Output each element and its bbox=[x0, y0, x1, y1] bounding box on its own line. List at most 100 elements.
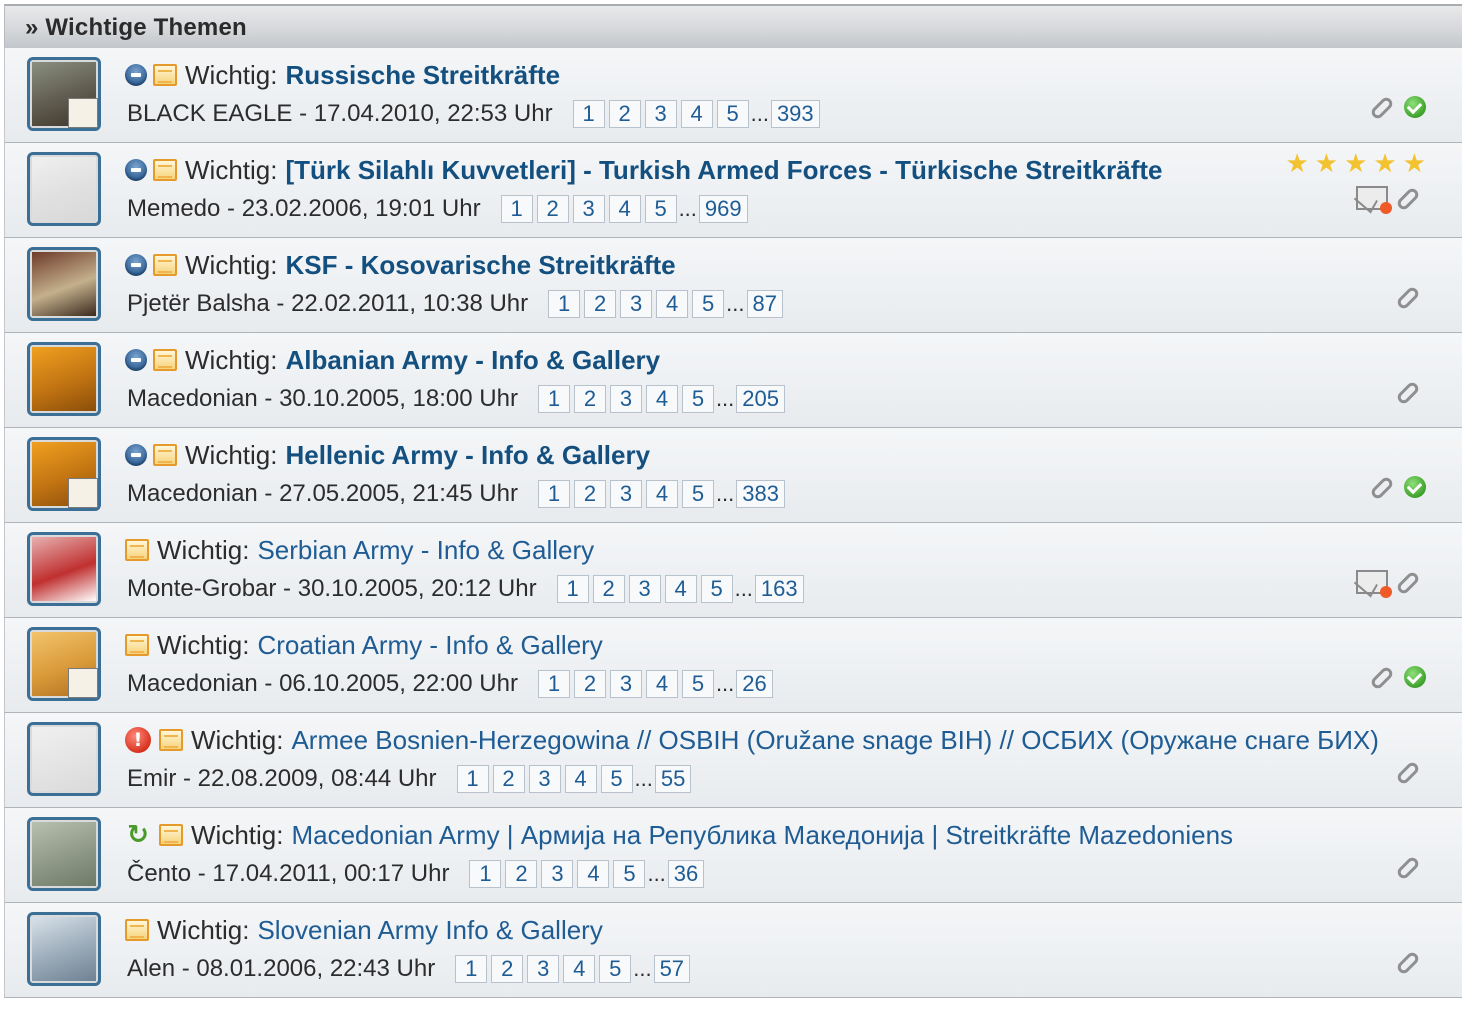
avatar[interactable] bbox=[27, 817, 101, 891]
page-link[interactable]: 4 bbox=[577, 860, 610, 888]
thread-title-link[interactable]: Albanian Army - Info & Gallery bbox=[285, 345, 660, 376]
last-page-link[interactable]: 57 bbox=[653, 955, 691, 983]
attachment-icon bbox=[1396, 759, 1426, 785]
thread-row: Wichtig: Croatian Army - Info & Gallery Ma… bbox=[4, 618, 1462, 713]
avatar[interactable] bbox=[27, 152, 101, 226]
avatar[interactable] bbox=[27, 722, 101, 796]
avatar[interactable] bbox=[27, 532, 101, 606]
announcement-icon bbox=[125, 444, 147, 466]
thread-title-line: Wichtig:Armee Bosnien-Herzegowina // OSB… bbox=[125, 723, 1379, 757]
announcement-icon bbox=[125, 254, 147, 276]
page-link[interactable]: 4 bbox=[564, 765, 597, 793]
page-link[interactable]: 1 bbox=[548, 290, 581, 318]
last-page-link[interactable]: 393 bbox=[770, 100, 820, 128]
page-link[interactable]: 4 bbox=[563, 955, 596, 983]
mini-avatar-icon bbox=[68, 478, 98, 508]
page-link[interactable]: 5 bbox=[681, 670, 714, 698]
page-link[interactable]: 2 bbox=[573, 480, 606, 508]
last-page-link[interactable]: 163 bbox=[754, 575, 804, 603]
page-link[interactable]: 2 bbox=[491, 955, 524, 983]
page-link[interactable]: 4 bbox=[656, 290, 689, 318]
page-link[interactable]: 2 bbox=[492, 765, 525, 793]
last-page-link[interactable]: 969 bbox=[698, 195, 748, 223]
last-page-link[interactable]: 36 bbox=[667, 860, 705, 888]
page-link[interactable]: 1 bbox=[537, 670, 570, 698]
page-link[interactable]: 3 bbox=[628, 575, 661, 603]
page-link[interactable]: 1 bbox=[455, 955, 488, 983]
alert-icon bbox=[125, 727, 151, 753]
page-link[interactable]: 3 bbox=[528, 765, 561, 793]
thread-badges bbox=[1388, 284, 1426, 310]
last-page-link[interactable]: 87 bbox=[746, 290, 783, 318]
page-link[interactable]: 1 bbox=[456, 765, 489, 793]
page-link[interactable]: 1 bbox=[556, 575, 589, 603]
page-link[interactable]: 5 bbox=[613, 860, 646, 888]
avatar[interactable] bbox=[27, 57, 101, 131]
thread-title-link[interactable]: Macedonian Army | Армија на Република Ма… bbox=[291, 820, 1233, 851]
thread-title-link[interactable]: Russische Streitkräfte bbox=[285, 60, 560, 91]
avatar[interactable] bbox=[27, 437, 101, 511]
page-link[interactable]: 5 bbox=[681, 480, 714, 508]
page-link[interactable]: 1 bbox=[469, 860, 502, 888]
pagination-ellipsis: ... bbox=[634, 766, 653, 791]
thread-title-link[interactable]: Slovenian Army Info & Gallery bbox=[257, 915, 602, 946]
thread-title-link[interactable]: Croatian Army - Info & Gallery bbox=[257, 630, 602, 661]
thread-title-link[interactable]: [Türk Silahlı Kuvvetleri] - Turkish Arme… bbox=[285, 155, 1162, 186]
page-link[interactable]: 4 bbox=[608, 195, 641, 223]
page-link[interactable]: 5 bbox=[681, 385, 714, 413]
page-link[interactable]: 3 bbox=[644, 100, 677, 128]
page-link[interactable]: 2 bbox=[573, 670, 606, 698]
thread-row: Wichtig: [Türk Silahlı Kuvvetleri] - Turk… bbox=[4, 143, 1462, 238]
page-link[interactable]: 3 bbox=[527, 955, 560, 983]
avatar[interactable] bbox=[27, 912, 101, 986]
thread-title-link[interactable]: KSF - Kosovarische Streitkräfte bbox=[285, 250, 675, 281]
page-link[interactable]: 3 bbox=[609, 480, 642, 508]
avatar[interactable] bbox=[27, 247, 101, 321]
page-link[interactable]: 5 bbox=[700, 575, 733, 603]
last-page-link[interactable]: 383 bbox=[736, 480, 785, 508]
page-link[interactable]: 4 bbox=[645, 480, 678, 508]
page-link[interactable]: 2 bbox=[536, 195, 569, 223]
page-link[interactable]: 2 bbox=[584, 290, 617, 318]
thread-meta-line: Macedonian - 27.05.2005, 21:45 Uhr 1 2 3 4 5.… bbox=[127, 478, 789, 510]
avatar[interactable] bbox=[27, 342, 101, 416]
page-link[interactable]: 4 bbox=[645, 385, 678, 413]
page-link[interactable]: 1 bbox=[572, 100, 605, 128]
section-header[interactable]: » Wichtige Themen bbox=[4, 4, 1462, 48]
thread-row: Wichtig: Slovenian Army Info & Gallery Ale… bbox=[4, 903, 1462, 998]
page-link[interactable]: 2 bbox=[505, 860, 538, 888]
page-link[interactable]: 1 bbox=[537, 385, 570, 413]
thread-meta-line: Macedonian - 06.10.2005, 22:00 Uhr 1 2 3 4 5.… bbox=[127, 668, 777, 700]
thread-title-link[interactable]: Serbian Army - Info & Gallery bbox=[257, 535, 594, 566]
page-link[interactable]: 2 bbox=[573, 385, 606, 413]
announcement-icon bbox=[125, 64, 147, 86]
avatar[interactable] bbox=[27, 627, 101, 701]
thread-title-link[interactable]: Hellenic Army - Info & Gallery bbox=[285, 440, 650, 471]
page-link[interactable]: 2 bbox=[592, 575, 625, 603]
last-page-link[interactable]: 26 bbox=[736, 670, 773, 698]
last-page-link[interactable]: 55 bbox=[654, 765, 692, 793]
page-link[interactable]: 5 bbox=[599, 955, 632, 983]
page-link[interactable]: 4 bbox=[664, 575, 697, 603]
thread-title-link[interactable]: Armee Bosnien-Herzegowina // OSBIH (Oruž… bbox=[291, 725, 1378, 756]
page-link[interactable]: 5 bbox=[600, 765, 633, 793]
page-link[interactable]: 5 bbox=[716, 100, 749, 128]
page-link[interactable]: 1 bbox=[500, 195, 533, 223]
page-link[interactable]: 3 bbox=[609, 670, 642, 698]
pagination-ellipsis: ... bbox=[726, 291, 745, 316]
last-page-link[interactable]: 205 bbox=[736, 385, 785, 413]
page-link[interactable]: 4 bbox=[680, 100, 713, 128]
avatar-image bbox=[32, 347, 96, 411]
page-link[interactable]: 1 bbox=[537, 480, 570, 508]
page-link[interactable]: 3 bbox=[620, 290, 653, 318]
page-link[interactable]: 3 bbox=[572, 195, 605, 223]
pagination-ellipsis: ... bbox=[715, 386, 735, 411]
thread-row: Wichtig: Serbian Army - Info & Gallery Mon… bbox=[4, 523, 1462, 618]
page-link[interactable]: 4 bbox=[645, 670, 678, 698]
page-link[interactable]: 3 bbox=[541, 860, 574, 888]
page-link[interactable]: 5 bbox=[644, 195, 677, 223]
page-link[interactable]: 3 bbox=[609, 385, 642, 413]
pagination: 1 2 3 4 5... 205 bbox=[537, 385, 789, 413]
page-link[interactable]: 5 bbox=[692, 290, 725, 318]
page-link[interactable]: 2 bbox=[608, 100, 641, 128]
